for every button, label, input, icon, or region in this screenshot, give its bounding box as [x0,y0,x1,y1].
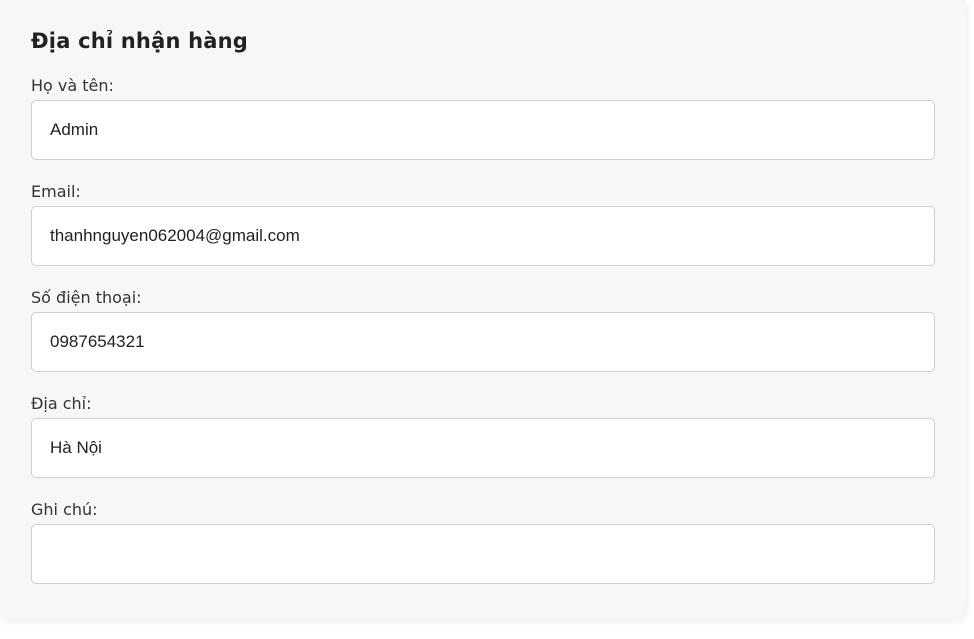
email-label: Email: [31,182,81,201]
full-name-label: Họ và tên: [31,76,114,95]
address-input[interactable] [31,418,935,478]
phone-field-group: Số điện thoại: [31,288,935,372]
phone-input[interactable] [31,312,935,372]
note-field-group: Ghi chú: [31,500,935,584]
email-field-group: Email: [31,182,935,266]
full-name-field-group: Họ và tên: [31,76,935,160]
form-title: Địa chỉ nhận hàng [31,29,249,53]
note-input[interactable] [31,524,935,584]
full-name-input[interactable] [31,100,935,160]
shipping-address-form: Địa chỉ nhận hàng Họ và tên: Email: Số đ… [0,0,966,620]
email-input[interactable] [31,206,935,266]
address-field-group: Địa chỉ: [31,394,935,478]
address-label: Địa chỉ: [31,394,92,413]
phone-label: Số điện thoại: [31,288,142,307]
note-label: Ghi chú: [31,500,98,519]
